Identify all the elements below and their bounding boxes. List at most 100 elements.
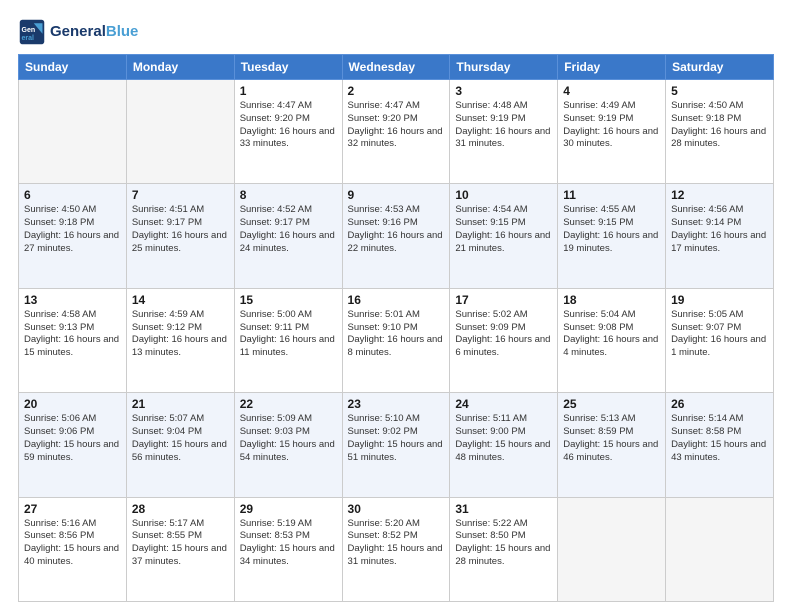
day-info: Sunrise: 4:47 AM Sunset: 9:20 PM Dayligh… [348, 100, 445, 151]
col-thursday: Thursday [450, 55, 558, 80]
day-info: Sunrise: 4:50 AM Sunset: 9:18 PM Dayligh… [671, 100, 768, 151]
day-info: Sunrise: 5:10 AM Sunset: 9:02 PM Dayligh… [348, 413, 445, 464]
table-row [19, 80, 127, 184]
table-row [126, 80, 234, 184]
day-info: Sunrise: 5:07 AM Sunset: 9:04 PM Dayligh… [132, 413, 229, 464]
table-row: 20Sunrise: 5:06 AM Sunset: 9:06 PM Dayli… [19, 393, 127, 497]
day-info: Sunrise: 5:16 AM Sunset: 8:56 PM Dayligh… [24, 518, 121, 569]
calendar-header-row: Sunday Monday Tuesday Wednesday Thursday… [19, 55, 774, 80]
day-info: Sunrise: 4:48 AM Sunset: 9:19 PM Dayligh… [455, 100, 552, 151]
day-info: Sunrise: 5:09 AM Sunset: 9:03 PM Dayligh… [240, 413, 337, 464]
day-number: 16 [348, 293, 445, 307]
logo: Gen eral GeneralBlue [18, 18, 138, 46]
table-row: 22 Sunrise: 5:09 AM Sunset: 9:03 PM Dayli… [234, 393, 342, 497]
day-number: 23 [348, 397, 445, 411]
logo-text: GeneralBlue [50, 24, 138, 41]
day-number: 28 [132, 502, 229, 516]
table-row: 13 Sunrise: 4:58 AM Sunset: 9:13 PM Dayli… [19, 288, 127, 392]
day-info: Sunrise: 5:13 AM Sunset: 8:59 PM Dayligh… [563, 413, 660, 464]
table-row: 6 Sunrise: 4:50 AM Sunset: 9:18 PM Daylig… [19, 184, 127, 288]
table-row: 10 Sunrise: 4:54 AM Sunset: 9:15 PM Dayli… [450, 184, 558, 288]
table-row: 2 Sunrise: 4:47 AM Sunset: 9:20 PM Daylig… [342, 80, 450, 184]
col-tuesday: Tuesday [234, 55, 342, 80]
table-row: 26 Sunrise: 5:14 AM Sunset: 8:58 PM Dayli… [666, 393, 774, 497]
day-info: Sunrise: 4:56 AM Sunset: 9:14 PM Dayligh… [671, 204, 768, 255]
table-row: 21Sunrise: 5:07 AM Sunset: 9:04 PM Dayli… [126, 393, 234, 497]
table-row: 3Sunrise: 4:48 AM Sunset: 9:19 PM Daylig… [450, 80, 558, 184]
day-number: 1 [240, 84, 337, 98]
logo-icon: Gen eral [18, 18, 46, 46]
table-row: 11 Sunrise: 4:55 AM Sunset: 9:15 PM Dayli… [558, 184, 666, 288]
day-number: 26 [671, 397, 768, 411]
day-info: Sunrise: 5:04 AM Sunset: 9:08 PM Dayligh… [563, 309, 660, 360]
day-number: 10 [455, 188, 552, 202]
day-number: 2 [348, 84, 445, 98]
calendar-week-row: 27 Sunrise: 5:16 AM Sunset: 8:56 PM Dayli… [19, 497, 774, 601]
header: Gen eral GeneralBlue [18, 18, 774, 46]
day-info: Sunrise: 5:05 AM Sunset: 9:07 PM Dayligh… [671, 309, 768, 360]
table-row: 5Sunrise: 4:50 AM Sunset: 9:18 PM Daylig… [666, 80, 774, 184]
table-row: 16 Sunrise: 5:01 AM Sunset: 9:10 PM Dayli… [342, 288, 450, 392]
day-number: 4 [563, 84, 660, 98]
col-friday: Friday [558, 55, 666, 80]
calendar-week-row: 20Sunrise: 5:06 AM Sunset: 9:06 PM Dayli… [19, 393, 774, 497]
col-sunday: Sunday [19, 55, 127, 80]
day-number: 7 [132, 188, 229, 202]
day-number: 22 [240, 397, 337, 411]
table-row [558, 497, 666, 601]
table-row: 8Sunrise: 4:52 AM Sunset: 9:17 PM Daylig… [234, 184, 342, 288]
table-row: 29 Sunrise: 5:19 AM Sunset: 8:53 PM Dayli… [234, 497, 342, 601]
day-number: 27 [24, 502, 121, 516]
col-wednesday: Wednesday [342, 55, 450, 80]
day-info: Sunrise: 4:50 AM Sunset: 9:18 PM Dayligh… [24, 204, 121, 255]
day-info: Sunrise: 4:54 AM Sunset: 9:15 PM Dayligh… [455, 204, 552, 255]
day-info: Sunrise: 4:55 AM Sunset: 9:15 PM Dayligh… [563, 204, 660, 255]
day-info: Sunrise: 4:58 AM Sunset: 9:13 PM Dayligh… [24, 309, 121, 360]
day-number: 19 [671, 293, 768, 307]
day-info: Sunrise: 4:59 AM Sunset: 9:12 PM Dayligh… [132, 309, 229, 360]
day-number: 25 [563, 397, 660, 411]
table-row: 1 Sunrise: 4:47 AM Sunset: 9:20 PM Daylig… [234, 80, 342, 184]
table-row [666, 497, 774, 601]
svg-text:eral: eral [22, 35, 35, 42]
page: Gen eral GeneralBlue Sunday Monday Tuesd… [0, 0, 792, 612]
day-info: Sunrise: 5:01 AM Sunset: 9:10 PM Dayligh… [348, 309, 445, 360]
day-number: 12 [671, 188, 768, 202]
day-number: 14 [132, 293, 229, 307]
day-info: Sunrise: 5:20 AM Sunset: 8:52 PM Dayligh… [348, 518, 445, 569]
day-number: 24 [455, 397, 552, 411]
day-info: Sunrise: 5:14 AM Sunset: 8:58 PM Dayligh… [671, 413, 768, 464]
table-row: 23 Sunrise: 5:10 AM Sunset: 9:02 PM Dayli… [342, 393, 450, 497]
col-saturday: Saturday [666, 55, 774, 80]
day-info: Sunrise: 5:22 AM Sunset: 8:50 PM Dayligh… [455, 518, 552, 569]
day-number: 17 [455, 293, 552, 307]
day-number: 30 [348, 502, 445, 516]
day-number: 6 [24, 188, 121, 202]
table-row: 28Sunrise: 5:17 AM Sunset: 8:55 PM Dayli… [126, 497, 234, 601]
table-row: 15 Sunrise: 5:00 AM Sunset: 9:11 PM Dayli… [234, 288, 342, 392]
table-row: 24Sunrise: 5:11 AM Sunset: 9:00 PM Dayli… [450, 393, 558, 497]
table-row: 7 Sunrise: 4:51 AM Sunset: 9:17 PM Daylig… [126, 184, 234, 288]
day-number: 11 [563, 188, 660, 202]
day-number: 8 [240, 188, 337, 202]
day-info: Sunrise: 4:47 AM Sunset: 9:20 PM Dayligh… [240, 100, 337, 151]
day-info: Sunrise: 5:00 AM Sunset: 9:11 PM Dayligh… [240, 309, 337, 360]
table-row: 31 Sunrise: 5:22 AM Sunset: 8:50 PM Dayli… [450, 497, 558, 601]
col-monday: Monday [126, 55, 234, 80]
calendar-table: Sunday Monday Tuesday Wednesday Thursday… [18, 54, 774, 602]
table-row: 19 Sunrise: 5:05 AM Sunset: 9:07 PM Dayli… [666, 288, 774, 392]
day-info: Sunrise: 4:51 AM Sunset: 9:17 PM Dayligh… [132, 204, 229, 255]
table-row: 27 Sunrise: 5:16 AM Sunset: 8:56 PM Dayli… [19, 497, 127, 601]
day-number: 9 [348, 188, 445, 202]
day-number: 31 [455, 502, 552, 516]
table-row: 12 Sunrise: 4:56 AM Sunset: 9:14 PM Dayli… [666, 184, 774, 288]
day-number: 29 [240, 502, 337, 516]
day-info: Sunrise: 5:06 AM Sunset: 9:06 PM Dayligh… [24, 413, 121, 464]
day-info: Sunrise: 5:19 AM Sunset: 8:53 PM Dayligh… [240, 518, 337, 569]
table-row: 25 Sunrise: 5:13 AM Sunset: 8:59 PM Dayli… [558, 393, 666, 497]
calendar-week-row: 6 Sunrise: 4:50 AM Sunset: 9:18 PM Daylig… [19, 184, 774, 288]
day-info: Sunrise: 5:02 AM Sunset: 9:09 PM Dayligh… [455, 309, 552, 360]
day-number: 13 [24, 293, 121, 307]
day-number: 15 [240, 293, 337, 307]
table-row: 9Sunrise: 4:53 AM Sunset: 9:16 PM Daylig… [342, 184, 450, 288]
